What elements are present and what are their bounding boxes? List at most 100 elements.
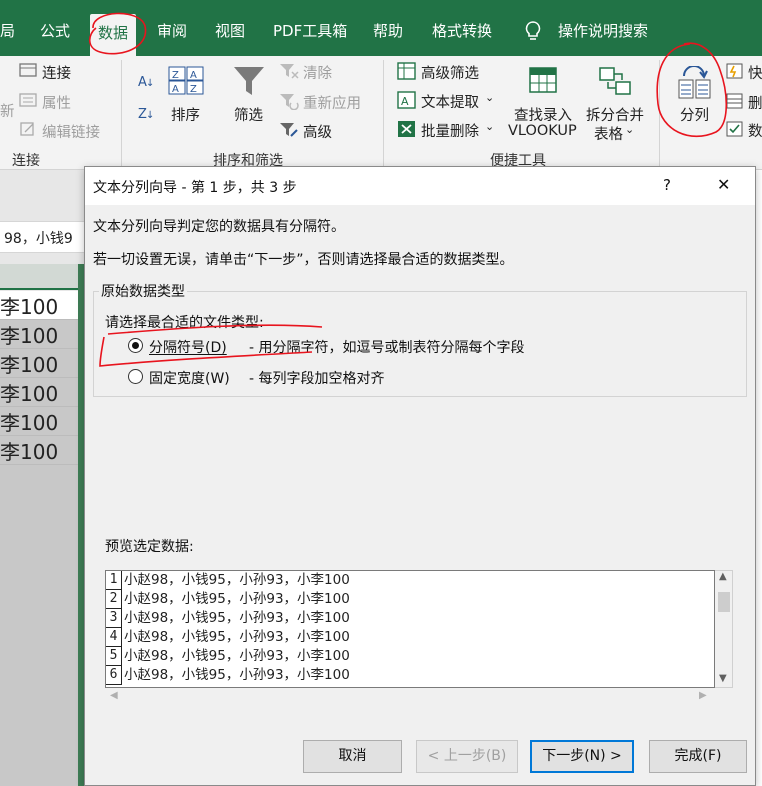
close-icon[interactable]: ✕ [717, 175, 730, 194]
lightbulb-icon [525, 21, 541, 40]
preview-row-number: 5 [106, 647, 122, 666]
edit-links-icon [20, 122, 34, 136]
flash-fill-partial[interactable]: 快 [748, 62, 762, 83]
group-separator [383, 60, 384, 166]
data-validation-icon [726, 121, 743, 137]
group-label-connections: 连接 [12, 153, 40, 169]
properties-button[interactable]: 属性 [42, 92, 71, 113]
reapply-button[interactable]: 重新应用 [303, 92, 361, 113]
vlookup-tool-line2[interactable]: VLOOKUP [508, 123, 577, 139]
svg-text:A: A [190, 70, 197, 81]
sort-az-icon[interactable]: A ↓ Z ↓ [136, 68, 158, 124]
sort-button[interactable]: 排序 [171, 104, 200, 125]
chevron-down-icon[interactable]: ⌄ [485, 120, 494, 133]
chevron-down-icon[interactable]: ⌄ [485, 91, 494, 104]
split-merge-tool-line2[interactable]: 表格 [594, 123, 623, 144]
chevron-down-icon[interactable]: ⌄ [625, 123, 634, 136]
cancel-button[interactable]: 取消 [303, 740, 402, 773]
scroll-left-icon[interactable]: ◀ [110, 690, 118, 701]
tab-review[interactable]: 审阅 [157, 20, 187, 41]
new-query-partial[interactable]: 新 [0, 100, 15, 121]
wizard-instruction: 若一切设置无误，请单击“下一步”，否则请选择最合适的数据类型。 [93, 252, 514, 268]
sort-icon: Z A A Z [168, 66, 204, 95]
formula-bar[interactable]: 98，小钱9 [0, 221, 84, 253]
column-header-selected[interactable] [0, 264, 78, 290]
delimited-description: - 用分隔字符，如逗号或制表符分隔每个字段 [249, 340, 525, 356]
svg-text:Z: Z [172, 70, 179, 81]
split-merge-tool-line1[interactable]: 拆分合并 [586, 104, 644, 125]
preview-row-text: 小赵98，小钱95，小孙93，小李100 [124, 629, 350, 645]
svg-text:A: A [172, 84, 179, 95]
scroll-right-icon[interactable]: ▶ [699, 690, 707, 701]
cell[interactable]: 李100 [0, 378, 78, 407]
tab-view[interactable]: 视图 [215, 20, 245, 41]
preview-row-text: 小赵98，小钱95，小孙93，小李100 [124, 572, 350, 588]
advanced-filter-icon [280, 123, 298, 137]
dialog-title: 文本分列向导 - 第 1 步，共 3 步 [93, 180, 297, 196]
next-button[interactable]: 下一步(N) > [530, 740, 634, 773]
batch-delete-icon [398, 121, 415, 137]
group-separator [659, 60, 660, 166]
cell[interactable]: 李100 [0, 349, 78, 378]
edit-links-button[interactable]: 编辑链接 [42, 121, 100, 142]
tab-format-convert[interactable]: 格式转换 [432, 20, 492, 41]
fixed-width-description: - 每列字段加空格对齐 [249, 371, 385, 387]
vlookup-tool-line1[interactable]: 查找录入 [514, 104, 572, 125]
advanced-filter-tool[interactable]: 高级筛选 [421, 62, 479, 83]
formula-text: 98，小钱9 [4, 231, 73, 247]
preview-row-number: 3 [106, 609, 122, 628]
text-extract-tool[interactable]: 文本提取 [421, 91, 479, 112]
batch-delete-tool[interactable]: 批量删除 [421, 120, 479, 141]
text-to-columns-icon [678, 66, 711, 99]
preview-pane[interactable]: 1 小赵98，小钱95，小孙93，小李100 2 小赵98，小钱95，小孙93，… [105, 570, 715, 688]
clear-button[interactable]: 清除 [303, 62, 332, 83]
delimited-radio[interactable] [128, 338, 143, 353]
tab-page-layout[interactable]: 局 [0, 20, 15, 41]
tell-me-search[interactable]: 操作说明搜索 [558, 20, 648, 41]
advanced-button[interactable]: 高级 [303, 121, 332, 142]
reapply-icon [280, 94, 299, 110]
ribbon-data: 新 连接 属性 编辑链接 连接 A ↓ Z ↓ Z A A Z 排序 筛选 清除 [0, 56, 762, 170]
filter-button[interactable]: 筛选 [234, 104, 263, 125]
delimited-label[interactable]: 分隔符号(D) [149, 337, 227, 357]
text-to-columns-button[interactable]: 分列 [680, 104, 709, 125]
flash-fill-icon [726, 63, 743, 79]
scroll-up-icon[interactable]: ▲ [719, 571, 727, 582]
fixed-width-radio[interactable] [128, 369, 143, 384]
groupbox-title: 原始数据类型 [99, 281, 187, 301]
tab-help[interactable]: 帮助 [373, 20, 403, 41]
cell[interactable]: 李100 [0, 291, 78, 320]
preview-horizontal-scrollbar[interactable]: ◀ ▶ [105, 688, 715, 706]
scroll-down-icon[interactable]: ▼ [719, 673, 727, 684]
fixed-width-label[interactable]: 固定宽度(W) [149, 368, 230, 388]
remove-duplicates-icon [726, 93, 743, 109]
svg-text:↓: ↓ [146, 78, 154, 89]
wizard-intro: 文本分列向导判定您的数据具有分隔符。 [93, 219, 345, 235]
tab-data[interactable]: 数据 [90, 14, 137, 56]
preview-row-text: 小赵98，小钱95，小孙93，小李100 [124, 610, 350, 626]
split-merge-icon [599, 67, 631, 95]
filter-icon [234, 67, 264, 95]
tab-formulas[interactable]: 公式 [40, 20, 70, 41]
dialog-title-bar: 文本分列向导 - 第 1 步，共 3 步 ? ✕ [85, 167, 755, 205]
cell[interactable]: 李100 [0, 407, 78, 436]
back-button[interactable]: < 上一步(B) [416, 740, 518, 773]
connections-icon [19, 63, 37, 77]
preview-row-text: 小赵98，小钱95，小孙93，小李100 [124, 648, 350, 664]
preview-row-number: 6 [106, 666, 122, 685]
preview-vertical-scrollbar[interactable]: ▲ ▼ [715, 570, 733, 688]
text-to-columns-wizard-dialog: 文本分列向导 - 第 1 步，共 3 步 ? ✕ 文本分列向导判定您的数据具有分… [84, 166, 756, 786]
properties-icon [19, 93, 37, 107]
cell[interactable]: 李100 [0, 436, 78, 465]
worksheet-cells: 李100 李100 李100 李100 李100 李100 [0, 291, 78, 786]
preview-row-text: 小赵98，小钱95，小孙93，小李100 [124, 591, 350, 607]
cell[interactable]: 李100 [0, 320, 78, 349]
connections-button[interactable]: 连接 [42, 62, 71, 83]
svg-text:Z: Z [190, 84, 197, 95]
help-icon[interactable]: ? [663, 176, 671, 194]
data-validation-partial[interactable]: 数 [748, 120, 762, 141]
remove-duplicates-partial[interactable]: 删 [748, 92, 762, 113]
finish-button[interactable]: 完成(F) [649, 740, 747, 773]
scroll-thumb[interactable] [718, 592, 730, 612]
tab-pdf-tools[interactable]: PDF工具箱 [273, 20, 347, 41]
